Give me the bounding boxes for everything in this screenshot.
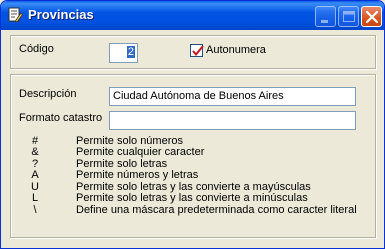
maximize-icon <box>343 11 355 22</box>
descripcion-label: Descripción <box>19 88 77 100</box>
legend-text: Permite cualquier caracter <box>76 146 205 158</box>
formato-catastro-label: Formato catastro <box>19 112 103 124</box>
provincias-window: Provincias Código 2 Autonumera Descripci… <box>0 0 385 249</box>
descripcion-value: Ciudad Autónoma de Buenos Aires <box>113 90 284 102</box>
checkmark-icon <box>192 45 204 57</box>
window-title: Provincias <box>28 7 94 22</box>
codigo-value: 2 <box>126 46 135 58</box>
title-bar[interactable]: Provincias <box>1 1 384 30</box>
descripcion-input[interactable]: Ciudad Autónoma de Buenos Aires <box>109 87 356 106</box>
codigo-label: Código <box>19 43 54 55</box>
legend-text: Permite números y letras <box>76 169 199 181</box>
close-icon <box>365 10 379 24</box>
codigo-input[interactable]: 2 <box>109 43 138 63</box>
legend-symbol: L <box>31 192 39 204</box>
autonumera-label: Autonumera <box>206 44 266 56</box>
legend-symbol: & <box>31 146 39 158</box>
edit-document-icon <box>7 7 24 23</box>
autonumera-checkbox[interactable] <box>190 44 204 57</box>
legend-symbol: A <box>31 169 39 181</box>
close-button[interactable] <box>361 6 382 27</box>
legend-symbol: \ <box>33 204 37 216</box>
legend-text: Permite solo letras y las convierte a mi… <box>76 192 308 204</box>
minimize-icon <box>321 20 328 23</box>
minimize-button[interactable] <box>315 6 336 27</box>
maximize-button[interactable] <box>338 6 359 27</box>
legend-text: Define una máscara predeterminada como c… <box>76 204 357 216</box>
formato-catastro-input[interactable] <box>109 111 356 130</box>
